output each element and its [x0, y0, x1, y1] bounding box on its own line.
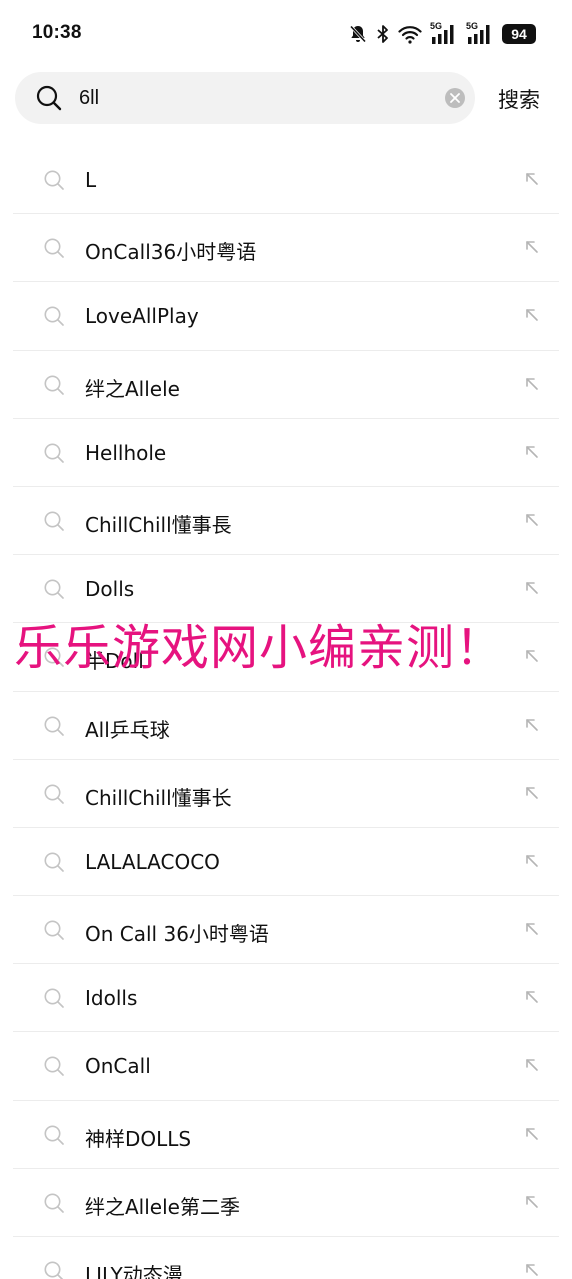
- status-time: 10:38: [32, 22, 82, 43]
- search-input[interactable]: [79, 83, 439, 113]
- signal-bars-icon: [468, 25, 490, 44]
- suggestion-item[interactable]: L: [13, 146, 559, 215]
- arrow-up-left-icon[interactable]: [525, 1058, 539, 1072]
- suggestion-label: ChillChill懂事長: [85, 512, 232, 537]
- clear-search-button[interactable]: [445, 88, 465, 108]
- arrow-up-left-icon[interactable]: [525, 854, 539, 868]
- suggestion-item[interactable]: LILY动态漫: [13, 1237, 559, 1279]
- arrow-up-left-icon[interactable]: [525, 1127, 539, 1141]
- suggestion-label: LILY动态漫: [85, 1263, 183, 1279]
- arrow-up-left-icon[interactable]: [525, 377, 539, 391]
- search-icon: [44, 784, 64, 804]
- search-field[interactable]: [15, 72, 475, 124]
- suggestion-label: 绊之Allele: [85, 376, 180, 401]
- cellular-signal-1: 5G: [430, 21, 458, 45]
- search-icon: [44, 511, 64, 531]
- battery-indicator: 94: [502, 24, 536, 44]
- suggestion-label: L: [85, 168, 97, 192]
- suggestion-label: LoveAllPlay: [85, 304, 199, 329]
- suggestion-label: 神样DOLLS: [85, 1126, 192, 1151]
- search-icon: [44, 1193, 64, 1213]
- suggestion-item[interactable]: Hellhole: [13, 419, 559, 487]
- suggestion-item[interactable]: Idolls: [13, 964, 559, 1033]
- arrow-up-left-icon[interactable]: [525, 922, 539, 936]
- suggestion-label: 绊之Allele第二季: [85, 1194, 240, 1219]
- suggestion-item[interactable]: LALALACOCO: [13, 828, 559, 897]
- search-icon: [44, 988, 64, 1009]
- status-bar: 10:38 5G 5G 94: [0, 0, 572, 68]
- search-icon: [44, 1261, 64, 1279]
- suggestion-item[interactable]: All乒乓球: [13, 692, 559, 760]
- suggestion-label: 半Doll: [85, 649, 144, 674]
- search-icon: [44, 1125, 64, 1145]
- suggestion-item[interactable]: ChillChill懂事长: [13, 760, 559, 828]
- search-icon: [44, 716, 64, 736]
- suggestion-list: L OnCall36小时粤语 LoveAllPlay 绊之Allele Hellhole…: [0, 146, 572, 1279]
- suggestion-item[interactable]: On Call 36小时粤语: [13, 896, 559, 965]
- bell-off-icon: [349, 25, 367, 43]
- suggestion-item[interactable]: LoveAllPlay: [13, 282, 559, 351]
- arrow-up-left-icon[interactable]: [525, 786, 539, 800]
- search-icon: [44, 579, 64, 599]
- search-icon: [44, 920, 64, 940]
- suggestion-label: Hellhole: [85, 440, 167, 465]
- wifi-icon: [398, 26, 422, 44]
- suggestion-label: Dolls: [85, 577, 135, 602]
- search-icon: [44, 1056, 64, 1077]
- arrow-up-left-icon[interactable]: [525, 649, 539, 663]
- search-icon: [44, 852, 64, 872]
- search-icon: [44, 375, 64, 395]
- search-icon: [44, 238, 64, 259]
- suggestion-label: All乒乓球: [85, 717, 170, 742]
- arrow-up-left-icon[interactable]: [525, 718, 539, 732]
- suggestion-item[interactable]: OnCall36小时粤语: [13, 214, 559, 283]
- arrow-up-left-icon[interactable]: [525, 581, 539, 595]
- suggestion-item[interactable]: 半Doll: [13, 623, 559, 692]
- cellular-signal-2: 5G: [466, 21, 494, 45]
- arrow-up-left-icon[interactable]: [525, 990, 539, 1004]
- search-bar: 搜索: [0, 72, 572, 124]
- arrow-up-left-icon[interactable]: [525, 445, 539, 459]
- search-button[interactable]: 搜索: [498, 84, 540, 114]
- suggestion-item[interactable]: 绊之Allele第二季: [13, 1169, 559, 1237]
- signal-bars-icon: [432, 25, 454, 44]
- suggestion-item[interactable]: 神样DOLLS: [13, 1101, 559, 1169]
- search-icon: [44, 170, 64, 190]
- arrow-up-left-icon[interactable]: [525, 513, 539, 527]
- arrow-up-left-icon[interactable]: [525, 308, 539, 322]
- arrow-up-left-icon[interactable]: [525, 172, 539, 186]
- suggestion-item[interactable]: OnCall: [13, 1032, 559, 1101]
- suggestion-item[interactable]: 绊之Allele: [13, 351, 559, 419]
- suggestion-label: OnCall36小时粤语: [85, 240, 257, 265]
- suggestion-label: OnCall: [85, 1054, 151, 1079]
- search-icon: [44, 443, 64, 463]
- suggestion-label: On Call 36小时粤语: [85, 922, 269, 947]
- search-icon: [44, 647, 64, 668]
- suggestion-label: Idolls: [85, 986, 138, 1011]
- suggestion-label: LALALACOCO: [85, 849, 220, 874]
- bluetooth-icon: [377, 25, 388, 43]
- close-icon: [450, 93, 460, 103]
- suggestion-item[interactable]: ChillChill懂事長: [13, 487, 559, 556]
- arrow-up-left-icon[interactable]: [525, 240, 539, 254]
- suggestion-label: ChillChill懂事长: [85, 785, 232, 810]
- suggestion-item[interactable]: Dolls: [13, 555, 559, 624]
- arrow-up-left-icon[interactable]: [525, 1195, 539, 1209]
- search-icon: [44, 306, 64, 327]
- search-icon: [36, 85, 62, 111]
- status-icons: 5G 5G 94: [348, 21, 536, 46]
- arrow-up-left-icon[interactable]: [525, 1263, 539, 1277]
